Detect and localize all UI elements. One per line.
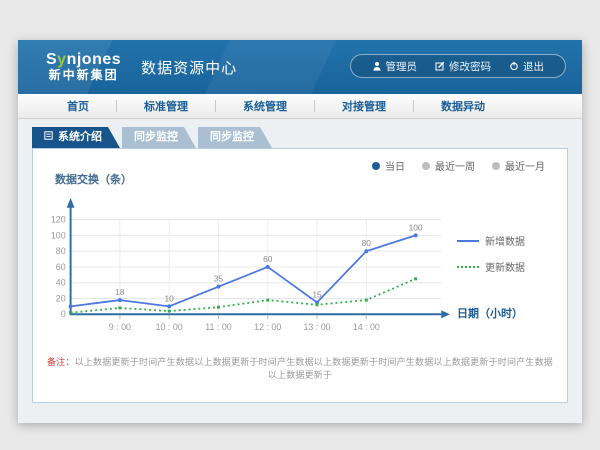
svg-text:0: 0 [61, 309, 66, 319]
brand-logo: Synjones 新中新集团 [46, 52, 121, 81]
chart-panel: 当日 最近一周 最近一月 数据交换（条） 0 20 40 60 80 100 120 9 : … [32, 148, 568, 403]
svg-text:35: 35 [214, 274, 224, 284]
filter-last-month[interactable]: 最近一月 [492, 158, 545, 173]
nav-item-system-management[interactable]: 系统管理 [216, 98, 314, 114]
brand-accent-letter: y [57, 51, 66, 68]
main-nav: 首页 标准管理 系统管理 对接管理 数据异动 [18, 94, 582, 119]
tab-label: 同步监控 [134, 127, 178, 148]
current-user-button[interactable]: 管理员 [363, 59, 427, 74]
svg-text:11 : 00: 11 : 00 [205, 322, 232, 332]
tab-sync-monitor-1[interactable]: 同步监控 [122, 127, 196, 148]
radio-dot-icon [492, 162, 500, 170]
brand-name: Synjones [46, 52, 121, 69]
y-axis-title: 数据交换（条） [55, 171, 557, 187]
svg-text:18: 18 [115, 287, 125, 297]
line-chart: 0 20 40 60 80 100 120 9 : 00 10 : 00 11 : 00 12 : … [43, 189, 457, 337]
svg-text:80: 80 [362, 238, 372, 248]
app-header: Synjones 新中新集团 数据资源中心 管理员 修改密码 退出 [18, 40, 582, 94]
document-icon [44, 127, 53, 148]
svg-text:13 : 00: 13 : 00 [303, 322, 330, 332]
nav-item-home[interactable]: 首页 [40, 98, 116, 114]
svg-text:15: 15 [312, 290, 322, 300]
radio-dot-icon [372, 162, 380, 170]
svg-text:120: 120 [51, 215, 66, 225]
svg-text:20: 20 [56, 293, 66, 303]
filter-label: 最近一月 [505, 158, 545, 173]
change-password-button[interactable]: 修改密码 [426, 59, 500, 74]
tab-bar: 系统介绍 同步监控 同步监控 [32, 127, 568, 148]
svg-text:14 : 00: 14 : 00 [353, 322, 380, 332]
filter-today[interactable]: 当日 [372, 158, 405, 173]
nav-item-standard-management[interactable]: 标准管理 [117, 98, 215, 114]
app-window: Synjones 新中新集团 数据资源中心 管理员 修改密码 退出 首页 标准管… [18, 40, 582, 422]
time-range-filters: 当日 最近一周 最近一月 [372, 158, 545, 173]
user-icon [372, 61, 382, 71]
tab-sync-monitor-2[interactable]: 同步监控 [198, 127, 272, 148]
svg-text:40: 40 [56, 278, 66, 288]
svg-text:80: 80 [56, 246, 66, 256]
filter-label: 最近一周 [435, 158, 475, 173]
footnote: 备注：以上数据更新于时间产生数据以上数据更新于时间产生数据以上数据更新于时间产生… [43, 355, 557, 381]
chart-sidebar: 新增数据 更新数据 日期（小时） [457, 189, 557, 337]
svg-text:12 : 00: 12 : 00 [254, 322, 281, 332]
svg-text:60: 60 [56, 262, 66, 272]
dotted-line-icon [457, 266, 479, 268]
logout-label: 退出 [523, 59, 544, 74]
svg-text:60: 60 [263, 254, 273, 264]
svg-text:100: 100 [51, 230, 66, 240]
svg-text:9 : 00: 9 : 00 [109, 322, 131, 332]
logout-button[interactable]: 退出 [500, 59, 553, 74]
radio-dot-icon [422, 162, 430, 170]
user-menu: 管理员 修改密码 退出 [350, 54, 567, 78]
content-area: 系统介绍 同步监控 同步监控 当日 最近一周 [18, 119, 582, 423]
svg-text:10 : 00: 10 : 00 [156, 322, 183, 332]
change-password-label: 修改密码 [449, 59, 491, 74]
chart-legend: 新增数据 更新数据 [457, 233, 557, 274]
solid-line-icon [457, 240, 479, 242]
nav-item-data-change[interactable]: 数据异动 [414, 98, 512, 114]
tab-label: 同步监控 [210, 127, 254, 148]
legend-label: 更新数据 [485, 259, 525, 274]
legend-label: 新增数据 [485, 233, 525, 248]
edit-icon [435, 61, 445, 71]
footnote-prefix: 备注： [47, 357, 75, 367]
svg-text:100: 100 [409, 222, 423, 232]
company-name: 新中新集团 [46, 69, 121, 82]
legend-item-new-data[interactable]: 新增数据 [457, 233, 557, 248]
power-icon [509, 61, 519, 71]
legend-item-updated-data[interactable]: 更新数据 [457, 259, 557, 274]
tab-system-intro[interactable]: 系统介绍 [32, 127, 120, 148]
chart-area: 0 20 40 60 80 100 120 9 : 00 10 : 00 11 : 00 12 : … [43, 189, 557, 337]
tab-label: 系统介绍 [58, 127, 102, 148]
nav-item-interface-management[interactable]: 对接管理 [315, 98, 413, 114]
filter-label: 当日 [385, 158, 405, 173]
page-title: 数据资源中心 [141, 57, 237, 78]
x-axis-title: 日期（小时） [457, 305, 523, 321]
svg-text:10: 10 [165, 293, 175, 303]
current-user-label: 管理员 [386, 59, 418, 74]
filter-last-week[interactable]: 最近一周 [422, 158, 475, 173]
footnote-text: 以上数据更新于时间产生数据以上数据更新于时间产生数据以上数据更新于时间产生数据以… [75, 357, 553, 380]
